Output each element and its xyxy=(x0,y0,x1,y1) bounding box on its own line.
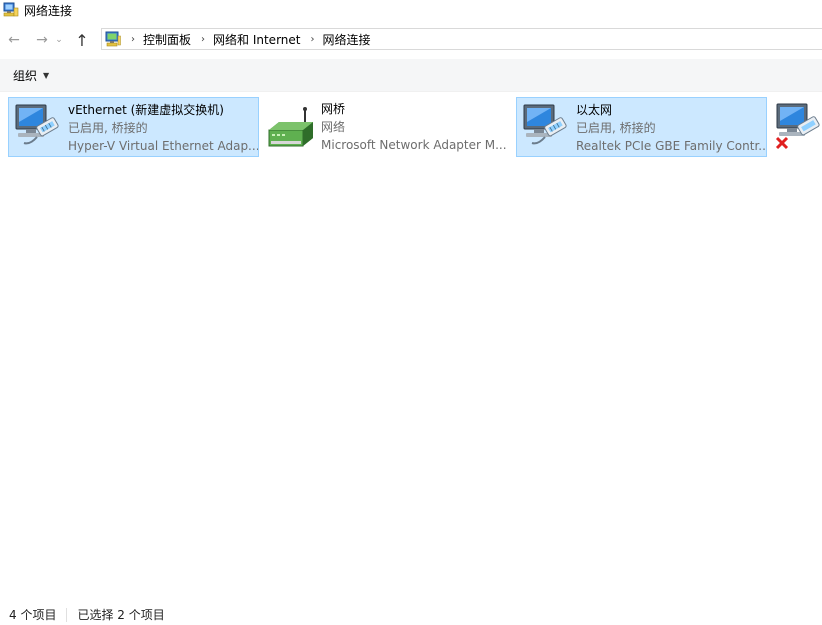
organize-label: 组织 xyxy=(13,68,38,83)
status-divider xyxy=(66,607,68,622)
breadcrumb-separator-icon[interactable]: › xyxy=(201,34,205,45)
navigation-bar: ← → ⌄ ↑ › 控制面板 › 网络和 Internet › 网络连接 xyxy=(0,28,822,52)
red-x-icon xyxy=(775,136,789,150)
connection-status: 网络 xyxy=(321,120,346,134)
network-adapter-icon xyxy=(520,101,572,153)
connection-item-vethernet[interactable]: vEthernet (新建虚拟交换机) 已启用, 桥接的 Hyper-V Vir… xyxy=(8,97,259,157)
chevron-down-icon: ⌄ xyxy=(55,35,63,45)
arrow-up-icon: ↑ xyxy=(75,30,89,50)
network-connections-window: 网络连接 ← → ⌄ ↑ › 控制面板 › 网络和 Internet › 网络连… xyxy=(0,0,822,625)
connections-list: vEthernet (新建虚拟交换机) 已启用, 桥接的 Hyper-V Vir… xyxy=(0,96,822,596)
arrow-right-icon: → xyxy=(36,32,48,48)
up-button[interactable]: ↑ xyxy=(71,29,93,51)
breadcrumb-separator-icon: › xyxy=(131,33,135,45)
forward-button[interactable]: → xyxy=(31,29,53,51)
back-button[interactable]: ← xyxy=(3,29,25,51)
network-bridge-icon xyxy=(265,100,317,152)
network-connections-icon xyxy=(3,2,19,18)
connection-name: vEthernet (新建虚拟交换机) xyxy=(68,103,224,117)
control-panel-icon xyxy=(105,31,121,47)
title-bar: 网络连接 xyxy=(0,0,822,20)
breadcrumb-network-connections[interactable]: 网络连接 xyxy=(322,31,370,48)
organize-button[interactable]: 组织 ▼ xyxy=(13,67,49,84)
connection-device: Realtek PCIe GBE Family Contr... xyxy=(576,139,766,153)
address-bar[interactable]: › 控制面板 › 网络和 Internet › 网络连接 xyxy=(101,28,822,50)
breadcrumb-separator-icon[interactable]: › xyxy=(310,34,314,45)
connection-device: Hyper-V Virtual Ethernet Adap... xyxy=(68,139,258,153)
network-adapter-disabled-icon xyxy=(773,100,822,152)
connection-item-disabled[interactable] xyxy=(770,97,822,157)
window-title: 网络连接 xyxy=(24,3,73,18)
breadcrumb-network-internet[interactable]: 网络和 Internet xyxy=(213,31,300,48)
connection-name: 以太网 xyxy=(576,103,613,117)
connection-status: 已启用, 桥接的 xyxy=(68,121,148,135)
caret-down-icon: ▼ xyxy=(43,70,50,80)
breadcrumb-control-panel[interactable]: 控制面板 xyxy=(143,31,191,48)
connection-item-ethernet[interactable]: 以太网 已启用, 桥接的 Realtek PCIe GBE Family Con… xyxy=(516,97,767,157)
status-bar: 4 个项目 已选择 2 个项目 xyxy=(0,604,822,625)
connection-status: 已启用, 桥接的 xyxy=(576,121,656,135)
recent-locations-button[interactable]: ⌄ xyxy=(53,29,65,51)
arrow-left-icon: ← xyxy=(8,32,20,48)
selected-count: 已选择 2 个项目 xyxy=(77,608,165,622)
network-adapter-icon xyxy=(12,101,64,153)
connection-item-bridge[interactable]: 网桥 网络 Microsoft Network Adapter M... xyxy=(262,97,513,157)
connection-device: Microsoft Network Adapter M... xyxy=(321,138,507,152)
connection-name: 网桥 xyxy=(321,102,346,116)
item-count: 4 个项目 xyxy=(9,608,57,622)
command-bar: 组织 ▼ xyxy=(0,59,822,92)
